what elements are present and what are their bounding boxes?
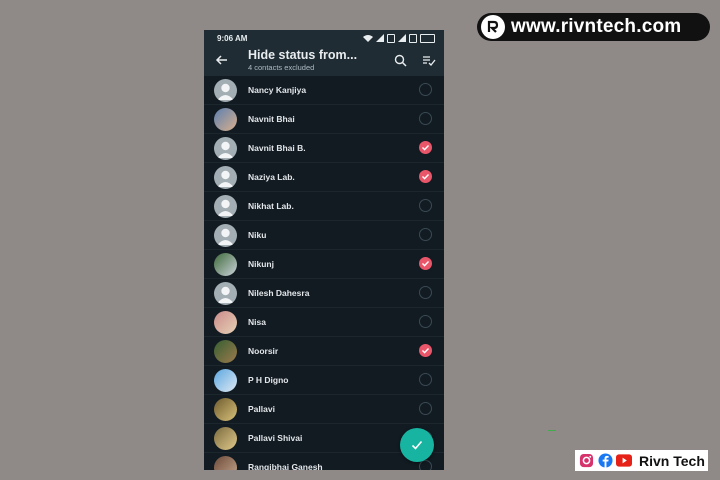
rivntech-watermark: www.rivntech.com (477, 13, 710, 41)
watermark-channel: Rivn Tech (639, 452, 705, 469)
contact-name: Nikunj (248, 259, 274, 269)
contact-row[interactable]: P H Digno (204, 366, 444, 395)
contact-name: Nisa (248, 317, 266, 327)
contact-name: Rangibhai Ganesh (248, 462, 323, 470)
contact-row[interactable]: Nancy Kanjiya (204, 76, 444, 105)
page-title: Hide status from... (248, 48, 358, 62)
volte-2-icon (409, 33, 417, 43)
contact-name: Navnit Bhai B. (248, 143, 306, 153)
facebook-icon (597, 453, 613, 469)
checked-checkbox[interactable] (419, 170, 432, 183)
check-icon (411, 440, 423, 450)
contact-row[interactable]: Nilesh Dahesra (204, 279, 444, 308)
contact-row[interactable]: Navnit Bhai (204, 105, 444, 134)
signal-2-icon (398, 34, 406, 42)
checked-checkbox[interactable] (419, 141, 432, 154)
unchecked-checkbox[interactable] (419, 112, 432, 125)
back-arrow-icon[interactable] (215, 53, 229, 72)
default-avatar-icon (214, 166, 237, 189)
search-icon[interactable] (394, 54, 407, 72)
contact-row[interactable]: Nikhat Lab. (204, 192, 444, 221)
status-time: 9:06 AM (217, 33, 248, 43)
contact-name: Niku (248, 230, 267, 240)
unchecked-checkbox[interactable] (419, 315, 432, 328)
contact-row[interactable]: Nikunj (204, 250, 444, 279)
phone-screen: 9:06 AM Hide status from... 4 contacts e… (204, 30, 444, 470)
excluded-count: 4 contacts excluded (248, 63, 315, 72)
unchecked-checkbox[interactable] (419, 199, 432, 212)
avatar (214, 311, 237, 334)
contact-name: Pallavi (248, 404, 275, 414)
contact-name: Nikhat Lab. (248, 201, 294, 211)
volte-icon (387, 33, 395, 43)
contact-row[interactable]: Niku (204, 221, 444, 250)
signal-icon (376, 34, 384, 42)
youtube-icon (616, 453, 632, 469)
status-bar: 9:06 AM (204, 30, 444, 46)
avatar (214, 398, 237, 421)
contact-row[interactable]: Pallavi (204, 395, 444, 424)
instagram-icon (578, 453, 594, 469)
checked-checkbox[interactable] (419, 344, 432, 357)
avatar (214, 340, 237, 363)
avatar (214, 369, 237, 392)
social-badge: Rivn Tech (575, 450, 708, 471)
battery-icon (420, 33, 435, 43)
app-bar: Hide status from... 4 contacts excluded (204, 46, 444, 76)
checkmark-icon (422, 174, 430, 180)
checked-checkbox[interactable] (419, 257, 432, 270)
avatar (214, 456, 237, 470)
default-avatar-icon (214, 282, 237, 305)
checkmark-icon (422, 145, 430, 151)
avatar (214, 108, 237, 131)
contact-name: Noorsir (248, 346, 279, 356)
select-all-icon[interactable] (422, 54, 436, 72)
app-bar-titles: Hide status from... 4 contacts excluded (248, 48, 357, 72)
checkmark-icon (422, 261, 430, 267)
default-avatar-icon (214, 195, 237, 218)
decorative-fleck (548, 430, 556, 431)
avatar (214, 427, 237, 450)
status-icons (363, 33, 435, 43)
rivntech-logo-icon (481, 15, 505, 39)
unchecked-checkbox[interactable] (419, 228, 432, 241)
contact-row[interactable]: Naziya Lab. (204, 163, 444, 192)
contact-row[interactable]: Noorsir (204, 337, 444, 366)
default-avatar-icon (214, 79, 237, 102)
wifi-icon (363, 35, 373, 42)
checkmark-icon (422, 348, 430, 354)
contact-name: Navnit Bhai (248, 114, 295, 124)
unchecked-checkbox[interactable] (419, 402, 432, 415)
contact-name: P H Digno (248, 375, 289, 385)
unchecked-checkbox[interactable] (419, 373, 432, 386)
contact-name: Nancy Kanjiya (248, 85, 307, 95)
watermark-site: www.rivntech.com (511, 16, 682, 37)
confirm-fab-button[interactable] (400, 428, 434, 462)
contact-name: Pallavi Shivai (248, 433, 303, 443)
avatar (214, 253, 237, 276)
default-avatar-icon (214, 137, 237, 160)
contact-name: Nilesh Dahesra (248, 288, 310, 298)
unchecked-checkbox[interactable] (419, 83, 432, 96)
contact-list: Nancy Kanjiya Navnit Bhai Navnit Bhai B. Na… (204, 76, 444, 470)
contact-name: Naziya Lab. (248, 172, 295, 182)
default-avatar-icon (214, 224, 237, 247)
contact-row[interactable]: Nisa (204, 308, 444, 337)
contact-row[interactable]: Navnit Bhai B. (204, 134, 444, 163)
unchecked-checkbox[interactable] (419, 286, 432, 299)
